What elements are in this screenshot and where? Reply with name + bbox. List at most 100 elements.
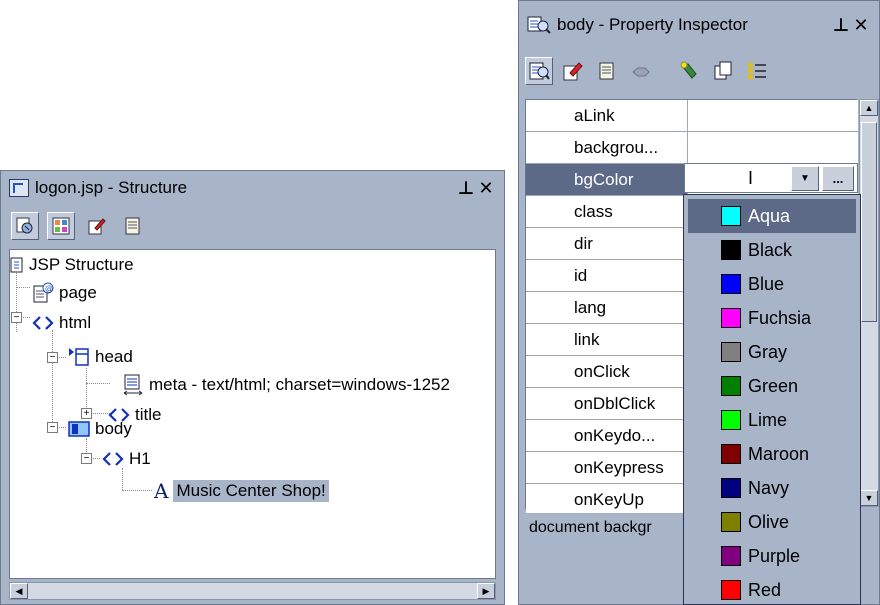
property-name: onClick <box>526 356 688 387</box>
color-option-blue[interactable]: Blue <box>688 267 856 301</box>
property-name: link <box>526 324 688 355</box>
scroll-up-icon[interactable]: ▲ <box>860 100 878 116</box>
property-value[interactable] <box>688 100 858 131</box>
scroll-left-icon[interactable]: ◀ <box>10 583 28 599</box>
inspector-toolbar <box>519 49 879 93</box>
color-label: Navy <box>748 477 790 498</box>
scroll-right-icon[interactable]: ▶ <box>477 583 495 599</box>
color-swatch <box>721 342 741 362</box>
color-swatch <box>721 376 741 396</box>
color-option-gray[interactable]: Gray <box>688 335 856 369</box>
tag-icon <box>102 451 124 467</box>
color-swatch <box>721 308 741 328</box>
color-label: Olive <box>748 511 790 532</box>
palette-icon[interactable] <box>47 212 75 240</box>
tree-node-head[interactable]: head <box>68 344 133 370</box>
tree-node-html[interactable]: html <box>32 310 91 336</box>
color-swatch <box>721 580 741 600</box>
pin-icon[interactable]: ⊥ <box>456 178 476 199</box>
color-swatch <box>721 444 741 464</box>
inspector-title: body - Property Inspector <box>557 15 748 34</box>
property-name: onDblClick <box>526 388 688 419</box>
tree-node-label: html <box>59 313 92 332</box>
text-icon: A <box>154 479 169 503</box>
tree-node-page[interactable]: @ page <box>32 280 97 306</box>
list-icon[interactable] <box>743 57 771 85</box>
pin-icon[interactable]: ⊥ <box>831 15 851 36</box>
tree-node-text[interactable]: A Music Center Shop! <box>154 478 329 504</box>
collapse-body-toggle[interactable]: − <box>47 422 58 433</box>
tree-node-label: H1 <box>129 449 151 468</box>
text-cursor-icon: I <box>748 168 754 188</box>
color-option-olive[interactable]: Olive <box>688 505 856 539</box>
structure-tree[interactable]: − − + − − JSP Structure @ page html head… <box>9 249 496 579</box>
color-swatch <box>721 512 741 532</box>
close-icon[interactable]: ✕ <box>476 178 496 199</box>
collapse-html-toggle[interactable]: − <box>11 312 22 323</box>
properties-icon[interactable] <box>119 212 147 240</box>
property-value[interactable] <box>688 132 858 163</box>
edit-icon[interactable] <box>83 212 111 240</box>
jsp-structure-icon <box>10 257 24 273</box>
color-option-navy[interactable]: Navy <box>688 471 856 505</box>
color-option-red[interactable]: Red <box>688 573 856 604</box>
structure-window: logon.jsp - Structure ⊥ ✕ − − + − − JSP … <box>0 170 505 605</box>
color-option-maroon[interactable]: Maroon <box>688 437 856 471</box>
color-swatch <box>721 206 741 226</box>
tree-node-h1[interactable]: H1 <box>102 446 151 472</box>
color-option-lime[interactable]: Lime <box>688 403 856 437</box>
flashlight-icon[interactable] <box>675 57 703 85</box>
color-option-black[interactable]: Black <box>688 233 856 267</box>
inspector-title-icon <box>527 15 551 35</box>
ellipsis-button[interactable]: ... <box>822 166 854 191</box>
structure-toolbar <box>1 205 504 247</box>
property-name: id <box>526 260 688 291</box>
property-row-background[interactable]: backgrou... <box>526 132 858 164</box>
color-option-fuchsia[interactable]: Fuchsia <box>688 301 856 335</box>
property-name: onKeyUp <box>526 484 688 515</box>
page-icon: @ <box>32 282 54 304</box>
property-name: bgColor <box>526 164 688 195</box>
color-option-aqua[interactable]: Aqua <box>688 199 856 233</box>
tree-node-label: meta - text/html; charset=windows-1252 <box>149 375 450 394</box>
view-icon[interactable] <box>11 212 39 240</box>
collapse-head-toggle[interactable]: − <box>47 352 58 363</box>
scroll-down-icon[interactable]: ▼ <box>860 490 878 506</box>
property-row-alink[interactable]: aLink <box>526 100 858 132</box>
jsp-file-icon <box>9 179 29 197</box>
bgcolor-combobox[interactable]: ▼ ... <box>684 163 858 193</box>
color-label: Gray <box>748 341 788 362</box>
color-label: Blue <box>748 273 785 294</box>
color-dropdown-list[interactable]: Aqua Black Blue Fuchsia Gray Green Lime … <box>683 194 861 605</box>
tree-node-label: title <box>135 405 162 424</box>
color-swatch <box>721 546 741 566</box>
color-label: Fuchsia <box>748 307 812 328</box>
color-option-purple[interactable]: Purple <box>688 539 856 573</box>
meta-icon <box>122 373 144 397</box>
color-label: Maroon <box>748 443 810 464</box>
color-swatch <box>721 240 741 260</box>
filter-icon[interactable] <box>627 57 655 85</box>
inspector-titlebar: body - Property Inspector ⊥ ✕ <box>519 1 879 49</box>
edit-icon[interactable] <box>559 57 587 85</box>
tree-node-jsp-structure[interactable]: JSP Structure <box>10 252 134 278</box>
property-name: lang <box>526 292 688 323</box>
scroll-thumb[interactable] <box>861 122 877 322</box>
copy-icon[interactable] <box>709 57 737 85</box>
horizontal-scrollbar[interactable]: ◀ ▶ <box>9 582 496 600</box>
inspect-icon[interactable] <box>525 57 553 85</box>
tree-node-meta[interactable]: meta - text/html; charset=windows-1252 <box>122 372 450 398</box>
property-name: aLink <box>526 100 688 131</box>
vertical-scrollbar[interactable]: ▲ ▼ <box>859 99 879 507</box>
tree-node-label: Music Center Shop! <box>173 480 329 502</box>
close-icon[interactable]: ✕ <box>851 15 871 36</box>
dropdown-arrow-icon[interactable]: ▼ <box>791 166 819 191</box>
collapse-h1-toggle[interactable]: − <box>81 453 92 464</box>
property-name: dir <box>526 228 688 259</box>
color-option-green[interactable]: Green <box>688 369 856 403</box>
color-swatch <box>721 410 741 430</box>
tree-node-body[interactable]: body <box>68 416 132 442</box>
tree-node-label: page <box>59 283 97 302</box>
properties-icon[interactable] <box>593 57 621 85</box>
head-icon <box>68 346 90 368</box>
